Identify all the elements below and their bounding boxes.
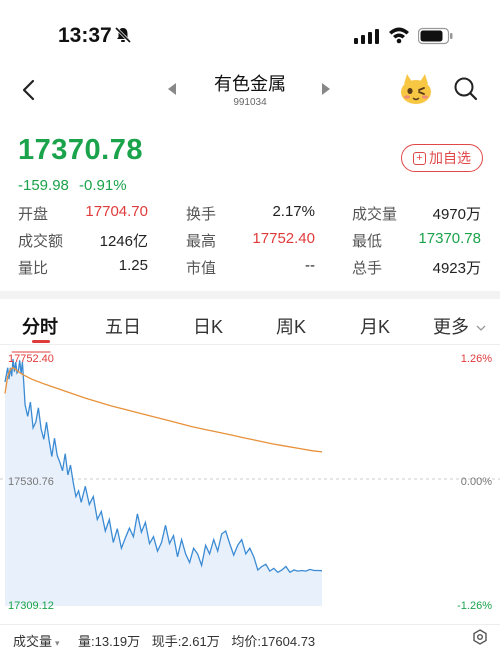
signal-icon	[354, 29, 379, 44]
tab-more[interactable]: 更多	[433, 313, 486, 339]
stat-label: 总手	[352, 260, 383, 277]
stat-label: 换手	[186, 206, 217, 223]
chart-tabs: 分时 五日 日K 周K 月K 更多	[0, 303, 500, 345]
chart-canvas	[0, 351, 500, 606]
volume-info: 量:13.19万 现手:2.61万 均价:17604.73	[78, 631, 323, 647]
stat-amount: 成交额 1246亿	[18, 230, 148, 250]
y-label-pct-high: 1.26%	[460, 353, 492, 365]
muted-bell-icon	[114, 26, 132, 44]
stat-label: 最低	[352, 233, 383, 250]
intraday-chart[interactable]: 17752.40 17530.76 17309.12 1.26% 0.00% -…	[0, 346, 500, 624]
tab-more-label: 更多	[433, 317, 469, 337]
next-stock-icon[interactable]	[320, 82, 332, 96]
mascot-icon[interactable]	[398, 72, 434, 106]
chevron-down-icon	[476, 325, 486, 332]
tab-daily-k[interactable]: 日K	[193, 313, 223, 339]
stat-value: 4923万	[432, 260, 481, 277]
gear-icon[interactable]	[472, 629, 488, 645]
plus-icon: +	[413, 151, 426, 165]
stock-header: 有色金属 991034	[0, 66, 500, 116]
stat-value: --	[305, 257, 315, 274]
stat-label: 成交量	[352, 206, 398, 223]
y-label-pct-low: -1.26%	[457, 600, 492, 612]
tab-five-day[interactable]: 五日	[105, 313, 141, 339]
volume-indicator-select[interactable]: 成交量 ▾	[13, 631, 60, 647]
stat-turnover-rate: 换手 2.17%	[186, 203, 315, 223]
section-divider	[0, 291, 500, 299]
stat-label: 量比	[18, 260, 49, 277]
stat-label: 开盘	[18, 206, 49, 223]
stat-label: 最高	[186, 233, 217, 250]
battery-icon	[418, 27, 453, 45]
avg-price-line	[4, 366, 323, 453]
avg-price-value: 均价:17604.73	[231, 634, 316, 647]
y-label-prev-close: 17530.76	[8, 476, 54, 488]
y-label-pct-zero: 0.00%	[460, 476, 492, 488]
add-to-watchlist-button[interactable]: + 加自选	[401, 144, 483, 172]
tab-monthly-k[interactable]: 月K	[360, 313, 390, 339]
stat-high: 最高 17752.40	[186, 230, 315, 250]
stat-volume: 成交量 4970万	[352, 203, 481, 223]
status-time: 13:37	[58, 24, 112, 47]
price-change: -159.98 -0.91%	[18, 177, 127, 194]
current-hand-value: 现手:2.61万	[151, 634, 220, 647]
status-bar: 13:37	[0, 0, 500, 70]
stat-open: 开盘 17704.70	[18, 203, 148, 223]
stat-value: 2.17%	[272, 203, 315, 220]
stat-market-cap: 市值 --	[186, 257, 315, 277]
volume-bar: 成交量 ▾ 量:13.19万 现手:2.61万 均价:17604.73	[0, 624, 500, 647]
active-tab-indicator	[32, 340, 50, 343]
search-icon[interactable]	[453, 76, 479, 102]
add-fav-label: 加自选	[429, 150, 471, 166]
stat-label: 市值	[186, 260, 217, 277]
stat-value: 1.25	[118, 257, 148, 274]
current-price: 17370.78	[18, 134, 143, 166]
stat-low: 最低 17370.78	[352, 230, 481, 250]
tab-intraday[interactable]: 分时	[22, 313, 58, 339]
y-label-low: 17309.12	[8, 600, 54, 612]
chevron-down-icon: ▾	[55, 638, 60, 647]
stat-value: 1246亿	[99, 233, 148, 250]
stat-total-hands: 总手 4923万	[352, 257, 481, 277]
change-percent: -0.91%	[79, 177, 127, 194]
stat-value: 4970万	[432, 206, 481, 223]
stat-value: 17370.78	[418, 230, 481, 247]
stat-value: 17752.40	[252, 230, 315, 247]
stat-value: 17704.70	[85, 203, 148, 220]
tab-weekly-k[interactable]: 周K	[276, 313, 306, 339]
volume-select-label: 成交量	[13, 634, 53, 647]
y-label-high: 17752.40	[8, 353, 54, 365]
stat-volume-ratio: 量比 1.25	[18, 257, 148, 277]
stat-label: 成交额	[18, 233, 64, 250]
wifi-icon	[389, 27, 409, 44]
volume-value: 量:13.19万	[78, 634, 141, 647]
change-value: -159.98	[18, 177, 69, 194]
